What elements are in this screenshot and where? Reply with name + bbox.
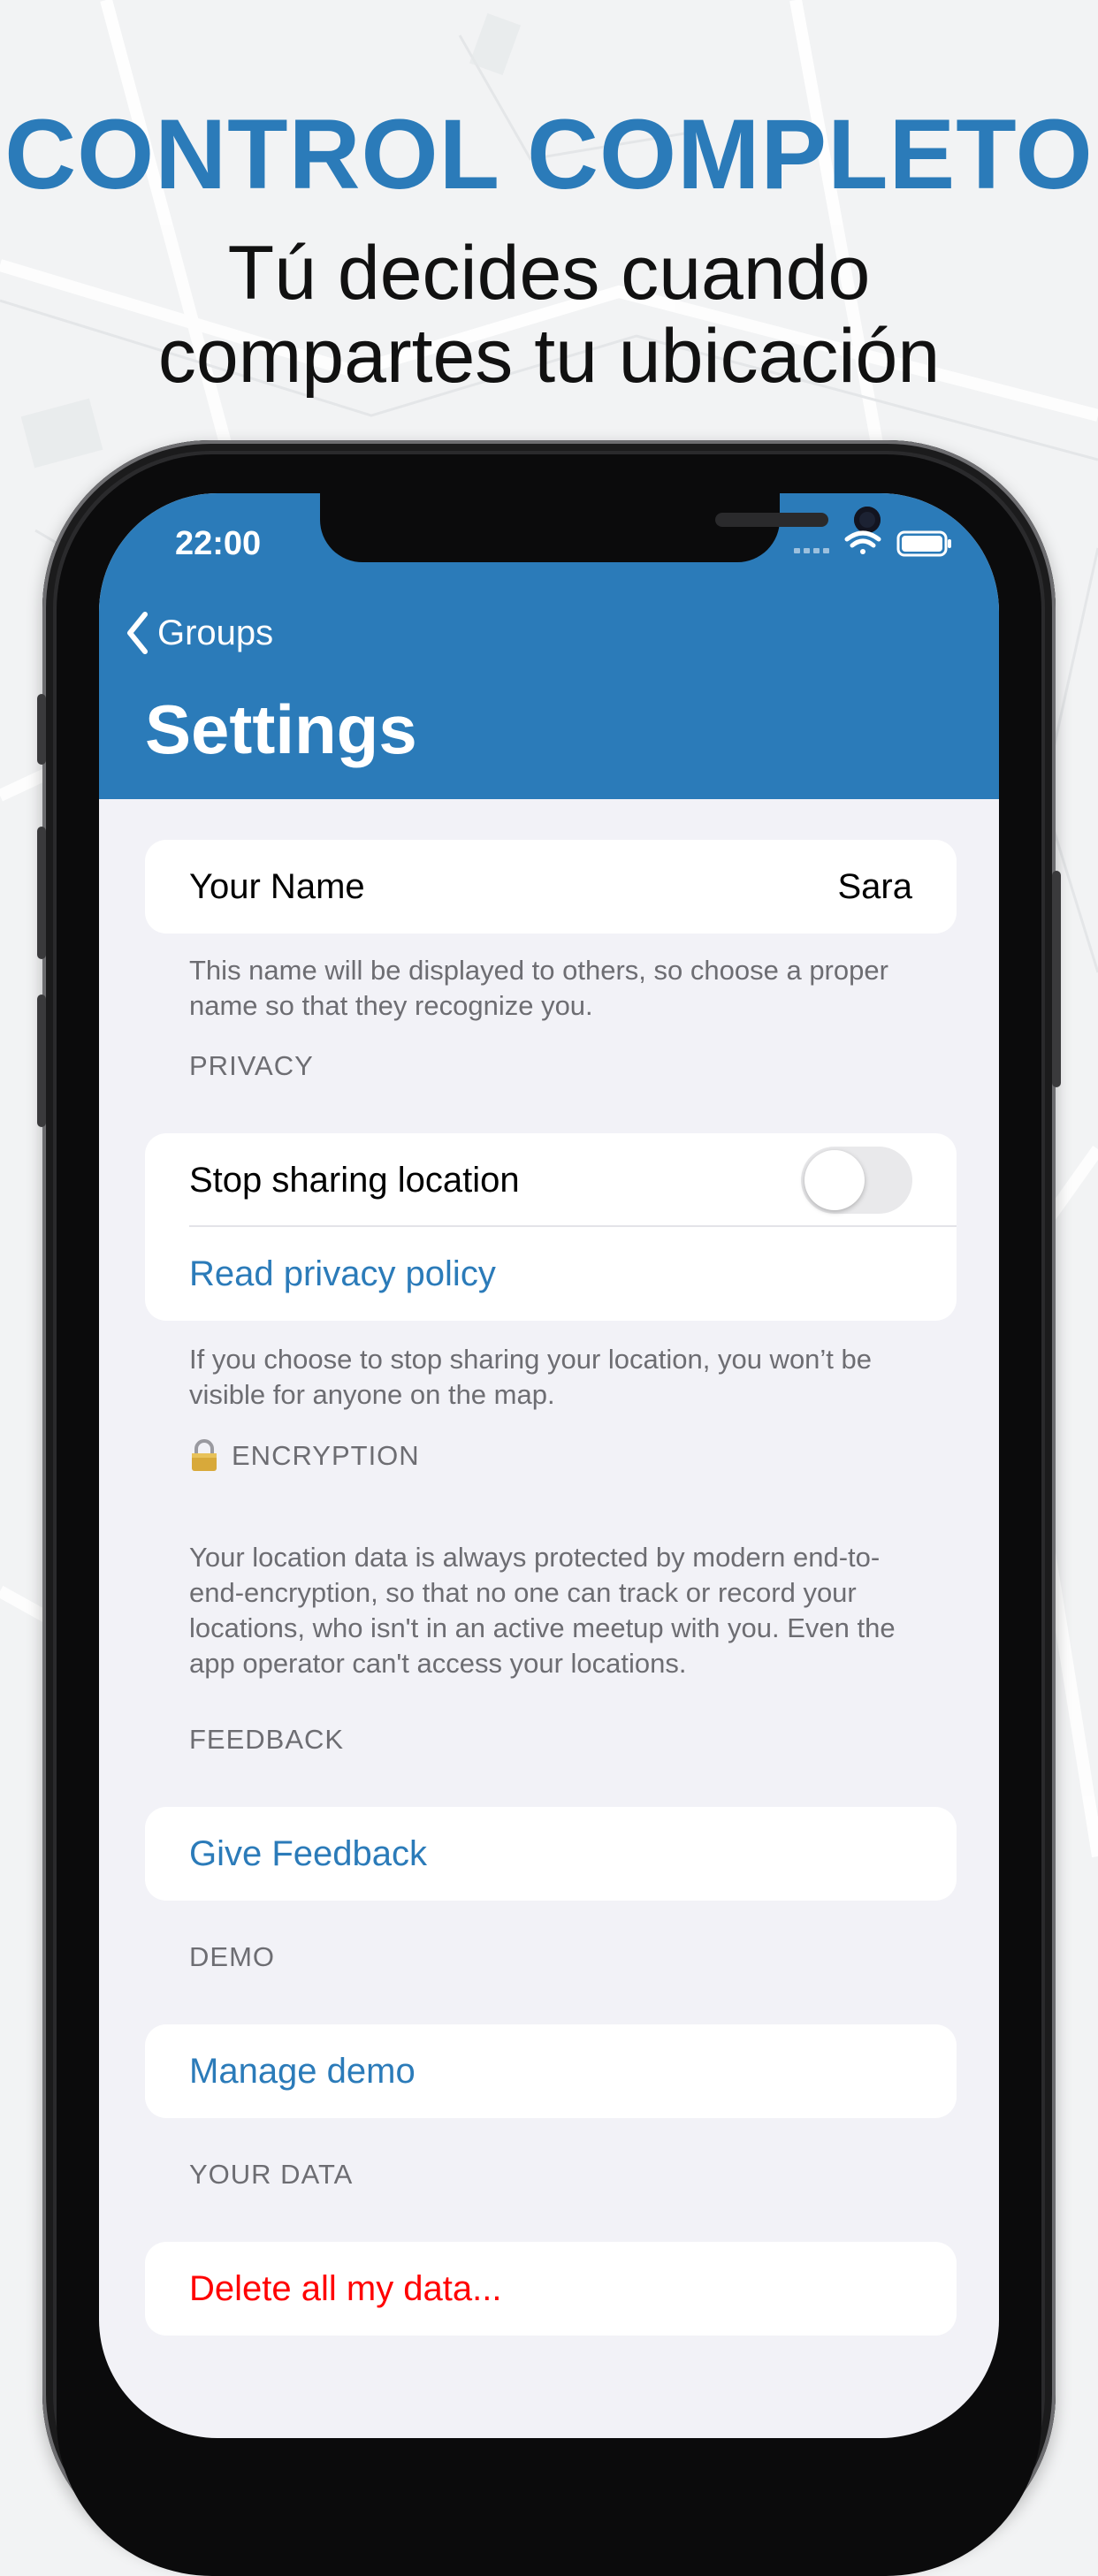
your-name-value: Sara: [837, 866, 913, 906]
privacy-policy-link[interactable]: Read privacy policy: [145, 1227, 957, 1321]
privacy-section-header: PRIVACY: [189, 1050, 314, 1081]
status-icons: [794, 529, 953, 565]
promo-subline: Tú decides cuando compartes tu ubicación: [0, 232, 1098, 398]
chevron-left-icon: [127, 612, 148, 654]
delete-data-button[interactable]: Delete all my data...: [145, 2242, 957, 2336]
feedback-section-header: FEEDBACK: [189, 1724, 345, 1755]
give-feedback-link[interactable]: Give Feedback: [145, 1807, 957, 1901]
back-button[interactable]: Groups: [126, 606, 273, 659]
cellular-signal-icon: [794, 548, 829, 553]
your-data-section-header: YOUR DATA: [189, 2159, 354, 2190]
name-footnote: This name will be displayed to others, s…: [189, 955, 888, 1021]
page-title: Settings: [145, 690, 417, 768]
battery-icon: [896, 530, 951, 557]
lock-icon: [192, 1439, 217, 1471]
status-time: 22:00: [175, 525, 262, 562]
privacy-footnote: If you choose to stop sharing your locat…: [189, 1344, 873, 1410]
stop-sharing-row: Stop sharing location: [145, 1133, 957, 1227]
wifi-icon: [844, 530, 881, 554]
phone-screen: 22:00 Groups Settings Your Name Sara Thi…: [99, 493, 999, 2438]
phone-volume-down-button: [37, 995, 46, 1127]
toggle-knob: [804, 1150, 865, 1210]
your-name-row[interactable]: Your Name Sara: [145, 840, 957, 934]
notch: [320, 493, 881, 562]
back-button-label: Groups: [157, 613, 274, 652]
feedback-card: Give Feedback: [145, 1807, 957, 1901]
name-card: Your Name Sara: [145, 840, 957, 934]
privacy-card: Stop sharing location Read privacy polic…: [145, 1133, 957, 1321]
phone-silent-switch: [37, 694, 46, 765]
your-data-card: Delete all my data...: [145, 2242, 957, 2336]
phone-volume-up-button: [37, 827, 46, 959]
promo-subline-line-1: Tú decides cuando: [227, 231, 871, 316]
your-name-label: Your Name: [189, 866, 365, 906]
encryption-body: Your location data is always protected b…: [189, 1542, 896, 1679]
encryption-section-header: ENCRYPTION: [189, 1439, 420, 1473]
promo-subline-line-2: compartes tu ubicación: [157, 314, 941, 399]
stop-sharing-toggle[interactable]: [801, 1147, 912, 1214]
demo-card: Manage demo: [145, 2024, 957, 2118]
manage-demo-link[interactable]: Manage demo: [145, 2024, 957, 2118]
speaker-grille: [715, 513, 828, 527]
phone-power-button: [1052, 871, 1061, 1087]
navigation-bar: 22:00 Groups Settings: [99, 493, 999, 799]
promo-headline: CONTROL COMPLETO: [4, 99, 1094, 210]
stop-sharing-label: Stop sharing location: [189, 1160, 520, 1200]
demo-section-header: DEMO: [189, 1941, 275, 1972]
encryption-header-label: ENCRYPTION: [232, 1440, 420, 1471]
